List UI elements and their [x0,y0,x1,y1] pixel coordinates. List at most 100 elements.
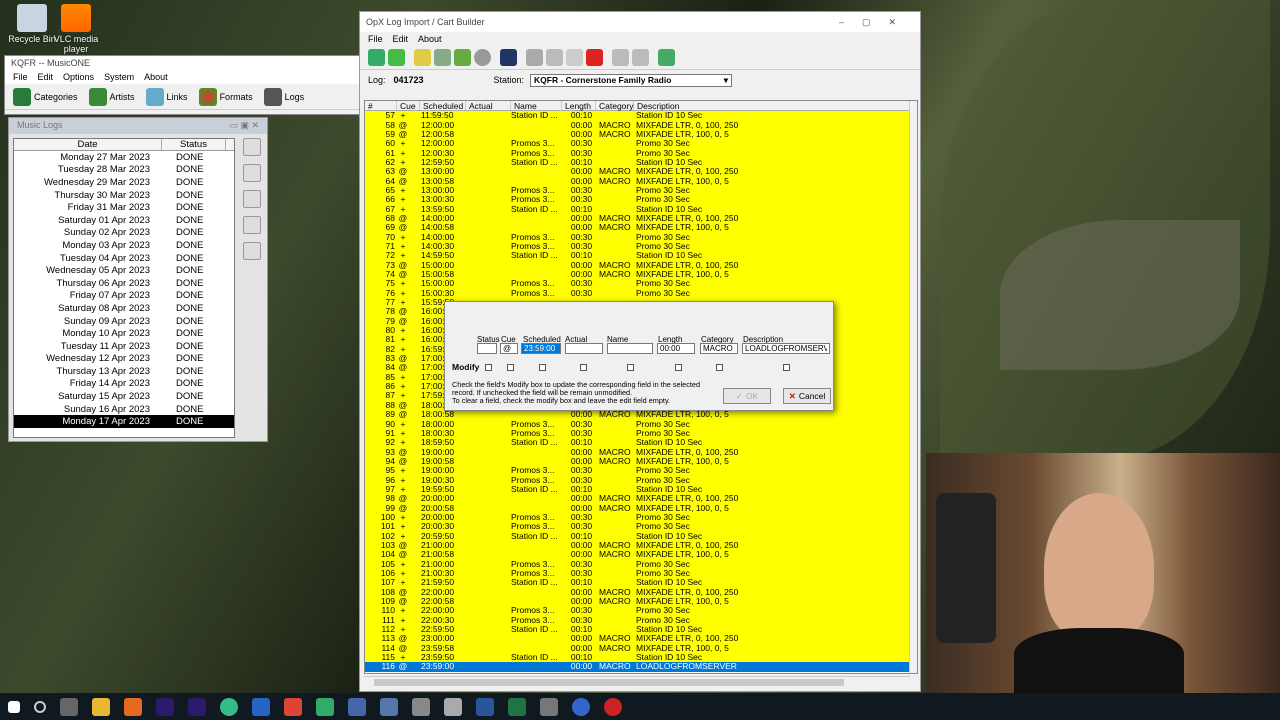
paste-icon[interactable] [566,49,583,66]
col-category[interactable]: Category [596,101,634,111]
log-grid-row[interactable]: 97 +19:59:50 Station ID ... 00:10 Station ID… [365,484,911,495]
log-grid-row[interactable]: 109 @22:00:58 00:00 MACRO MIXFADE LTR, 100, … [365,596,911,607]
station-select[interactable]: KQFR - Cornerstone Family Radio ▾ [530,73,732,87]
col-number[interactable]: # [365,101,397,111]
log-grid-row[interactable]: 65 +13:00:00 Promos 3... 00:30 Promo 30 Sec [365,185,911,196]
log-grid-row[interactable]: 106 +21:00:30 Promos 3... 00:30 Promo 30 Sec [365,568,911,579]
log-grid-row[interactable]: 71 +14:00:30 Promos 3... 00:30 Promo 30 Sec [365,241,911,252]
log-grid-row[interactable]: 104 @21:00:58 00:00 MACRO MIXFADE LTR, 100, … [365,550,911,560]
refresh-icon[interactable] [454,49,471,66]
pen-icon[interactable] [444,697,462,716]
modify-name-checkbox[interactable] [627,364,634,371]
firefox-icon[interactable] [124,697,142,716]
modify-category-checkbox[interactable] [716,364,723,371]
description-field[interactable] [742,343,830,354]
log-grid-row[interactable]: 100 +20:00:00 Promos 3... 00:30 Promo 30 Sec [365,512,911,523]
col-cue[interactable]: Cue [397,101,420,111]
log-date-row[interactable]: Friday 07 Apr 2023 DONE [14,290,234,303]
menu-options[interactable]: Options [63,72,94,82]
log-date-row[interactable]: Saturday 08 Apr 2023 DONE [14,302,234,315]
log-date-row[interactable]: Tuesday 11 Apr 2023 DONE [14,340,234,353]
log-grid-row[interactable]: 93 @19:00:00 00:00 MACRO MIXFADE LTR, 0, 100… [365,447,911,457]
cancel-button[interactable]: ✕ Cancel [783,388,831,404]
categories-button[interactable]: Categories [9,87,82,106]
status-field[interactable] [477,343,497,354]
excel-icon[interactable] [508,697,526,716]
log-grid-row[interactable]: 63 @13:00:00 00:00 MACRO MIXFADE LTR, 0, 100… [365,167,911,177]
find-icon[interactable] [612,49,629,66]
formats-button[interactable]: Formats [195,87,257,106]
log-date-row[interactable]: Monday 03 Apr 2023 DONE [14,239,234,252]
col-actual[interactable]: Actual [466,101,511,111]
opx-menu-file[interactable]: File [368,34,383,44]
shield-icon[interactable] [252,697,270,716]
log-grid-row[interactable]: 89 @18:00:58 00:00 MACRO MIXFADE LTR, 100, 0… [365,410,911,420]
log-grid-row[interactable]: 98 @20:00:00 00:00 MACRO MIXFADE LTR, 0, 100… [365,494,911,504]
log-grid-row[interactable]: 58 @12:00:00 00:00 MACRO MIXFADE LTR, 0, 100… [365,120,911,130]
log-grid-row[interactable]: 112 +22:59:50 Station ID ... 00:10 Station I… [365,624,911,635]
ok-button[interactable]: ✓ OK [723,388,771,404]
scroll-thumb[interactable] [374,679,844,686]
copy-icon[interactable] [546,49,563,66]
log-print-icon[interactable] [243,164,261,182]
start-icon[interactable] [8,700,20,713]
file-explorer-icon[interactable] [92,697,110,716]
log-date-row[interactable]: Monday 17 Apr 2023 DONE [14,415,234,429]
task-view-icon[interactable] [60,697,78,716]
opx-menu-about[interactable]: About [418,34,442,44]
modify-status-checkbox[interactable] [485,364,492,371]
modify-scheduled-checkbox[interactable] [539,364,546,371]
log-tools-icon[interactable] [243,242,261,260]
log-date-row[interactable]: Saturday 15 Apr 2023 DONE [14,390,234,403]
log-grid-row[interactable]: 73 @15:00:00 00:00 MACRO MIXFADE LTR, 0, 100… [365,260,911,270]
window-controls-icon[interactable]: ▭ ▣ ✕ [229,120,259,132]
logs-button[interactable]: Logs [260,87,309,106]
scheduled-field[interactable] [521,343,561,354]
log-grid-row[interactable]: 59 @12:00:58 00:00 MACRO MIXFADE LTR, 100, 0… [365,129,911,140]
log-grid-row[interactable]: 70 +14:00:00 Promos 3... 00:30 Promo 30 Sec [365,232,911,242]
log-date-row[interactable]: Monday 27 Mar 2023 DONE [14,151,234,164]
window-controls-icon[interactable]: –▢✕ [839,17,914,28]
log-grid-row[interactable]: 111 +22:00:30 Promos 3... 00:30 Promo 30 Sec [365,615,911,625]
log-grid-row[interactable]: 60 +12:00:00 Promos 3... 00:30 Promo 30 Sec [365,139,911,149]
log-grid-row[interactable]: 102 +20:59:50 Station ID ... 00:10 Station I… [365,531,911,541]
opx-menu-edit[interactable]: Edit [393,34,409,44]
log-grid-row[interactable]: 115 +23:59:50 Station ID ... 00:10 Station I… [365,652,911,663]
column-date[interactable]: Date [14,139,162,150]
log-date-row[interactable]: Sunday 09 Apr 2023 DONE [14,315,234,328]
log-date-row[interactable]: Thursday 06 Apr 2023 DONE [14,277,234,290]
menu-file[interactable]: File [13,72,28,82]
log-date-row[interactable]: Wednesday 12 Apr 2023 DONE [14,353,234,366]
log-grid-row[interactable]: 107 +21:59:50 Station ID ... 00:10 Station I… [365,578,911,588]
log-date-row[interactable]: Wednesday 29 Mar 2023 DONE [14,176,234,189]
audition-icon[interactable] [156,697,174,716]
modify-cue-checkbox[interactable] [507,364,514,371]
tool-icon[interactable] [540,697,558,716]
log-grid-row[interactable]: 94 @19:00:58 00:00 MACRO MIXFADE LTR, 100, 0… [365,456,911,467]
log-grid-row[interactable]: 66 +13:00:30 Promos 3... 00:30 Promo 30 Sec [365,195,911,205]
musicone-task-icon[interactable] [316,697,334,716]
col-name[interactable]: Name [511,101,562,111]
cut-icon[interactable] [526,49,543,66]
artists-button[interactable]: Artists [85,87,139,106]
cue-field[interactable] [500,343,518,354]
log-grid-row[interactable]: 75 +15:00:00 Promos 3... 00:30 Promo 30 Sec [365,279,911,289]
word-icon[interactable] [476,697,494,716]
editor-task-icon[interactable] [412,697,430,716]
modify-length-checkbox[interactable] [675,364,682,371]
log-view-icon[interactable] [243,138,261,156]
menu-system[interactable]: System [104,72,134,82]
horizontal-scrollbar[interactable] [364,676,910,688]
stop-icon[interactable] [474,49,491,66]
record-icon[interactable] [284,697,302,716]
open-folder-icon[interactable] [414,49,431,66]
log-grid-row[interactable]: 91 +18:00:30 Promos 3... 00:30 Promo 30 Sec [365,428,911,439]
record-app-icon[interactable] [604,697,622,716]
search-icon[interactable] [34,700,46,713]
log-grid-row[interactable]: 76 +15:00:30 Promos 3... 00:30 Promo 30 Sec [365,288,911,298]
log-grid-row[interactable]: 74 @15:00:58 00:00 MACRO MIXFADE LTR, 100, 0… [365,269,911,280]
log-grid-row[interactable]: 110 +22:00:00 Promos 3... 00:30 Promo 30 Sec [365,606,911,616]
menu-about[interactable]: About [144,72,168,82]
log-date-row[interactable]: Thursday 30 Mar 2023 DONE [14,189,234,202]
log-grid-row[interactable]: 62 +12:59:50 Station ID ... 00:10 Station ID… [365,157,911,168]
